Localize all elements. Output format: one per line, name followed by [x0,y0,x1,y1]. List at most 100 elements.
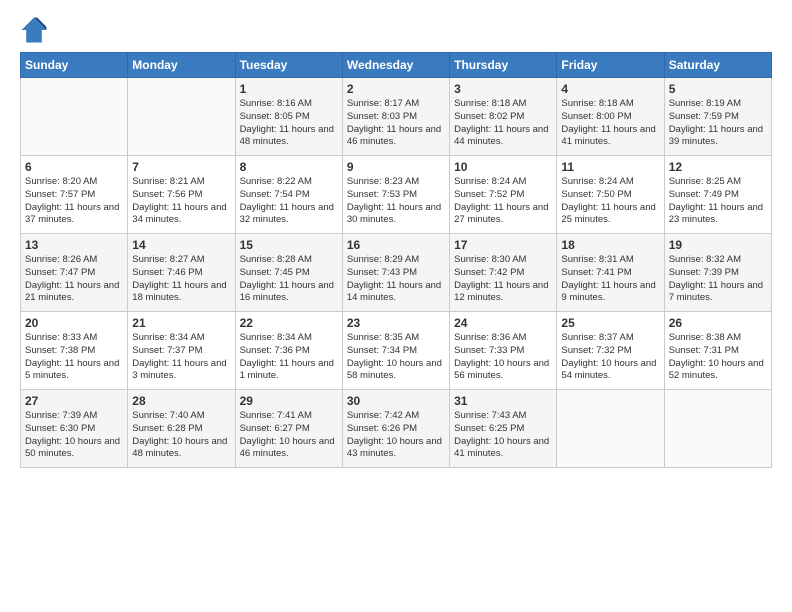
day-number: 29 [240,394,338,408]
calendar-cell: 15Sunrise: 8:28 AM Sunset: 7:45 PM Dayli… [235,234,342,312]
day-number: 12 [669,160,767,174]
cell-content: Sunrise: 8:17 AM Sunset: 8:03 PM Dayligh… [347,98,445,149]
day-number: 27 [25,394,123,408]
day-header: Monday [128,53,235,78]
cell-content: Sunrise: 8:23 AM Sunset: 7:53 PM Dayligh… [347,176,445,227]
calendar-body: 1 Sunrise: 8:16 AM Sunset: 8:05 PM Daylig… [21,78,772,468]
header [20,16,772,44]
calendar-cell [21,78,128,156]
calendar-week-row: 20Sunrise: 8:33 AM Sunset: 7:38 PM Dayli… [21,312,772,390]
cell-content: Sunrise: 8:27 AM Sunset: 7:46 PM Dayligh… [132,254,230,305]
day-number: 1 [240,82,338,96]
calendar-week-row: 1 Sunrise: 8:16 AM Sunset: 8:05 PM Daylig… [21,78,772,156]
calendar-cell: 16 Sunrise: 8:29 AM Sunset: 7:43 PM Dayli… [342,234,449,312]
day-number: 6 [25,160,123,174]
cell-content: Sunrise: 8:30 AM Sunset: 7:42 PM Dayligh… [454,254,552,305]
calendar-cell: 12 Sunrise: 8:25 AM Sunset: 7:49 PM Dayli… [664,156,771,234]
day-number: 13 [25,238,123,252]
cell-content: Sunrise: 8:28 AM Sunset: 7:45 PM Dayligh… [240,254,338,305]
calendar-cell: 13Sunrise: 8:26 AM Sunset: 7:47 PM Dayli… [21,234,128,312]
day-header: Saturday [664,53,771,78]
day-number: 9 [347,160,445,174]
cell-content: Sunrise: 7:39 AM Sunset: 6:30 PM Dayligh… [25,410,123,461]
calendar-cell: 5 Sunrise: 8:19 AM Sunset: 7:59 PM Daylig… [664,78,771,156]
day-number: 24 [454,316,552,330]
cell-content: Sunrise: 8:24 AM Sunset: 7:50 PM Dayligh… [561,176,659,227]
day-number: 7 [132,160,230,174]
cell-content: Sunrise: 8:22 AM Sunset: 7:54 PM Dayligh… [240,176,338,227]
calendar-cell: 11 Sunrise: 8:24 AM Sunset: 7:50 PM Dayli… [557,156,664,234]
cell-content: Sunrise: 8:31 AM Sunset: 7:41 PM Dayligh… [561,254,659,305]
logo-icon [20,16,48,44]
calendar-cell: 9 Sunrise: 8:23 AM Sunset: 7:53 PM Daylig… [342,156,449,234]
page: SundayMondayTuesdayWednesdayThursdayFrid… [0,0,792,484]
calendar-cell: 10 Sunrise: 8:24 AM Sunset: 7:52 PM Dayli… [450,156,557,234]
cell-content: Sunrise: 8:35 AM Sunset: 7:34 PM Dayligh… [347,332,445,383]
calendar-cell: 26 Sunrise: 8:38 AM Sunset: 7:31 PM Dayli… [664,312,771,390]
day-number: 31 [454,394,552,408]
calendar-cell: 21 Sunrise: 8:34 AM Sunset: 7:37 PM Dayli… [128,312,235,390]
cell-content: Sunrise: 8:34 AM Sunset: 7:36 PM Dayligh… [240,332,338,383]
day-number: 23 [347,316,445,330]
day-number: 5 [669,82,767,96]
calendar-cell: 29Sunrise: 7:41 AM Sunset: 6:27 PM Dayli… [235,390,342,468]
day-number: 8 [240,160,338,174]
cell-content: Sunrise: 8:29 AM Sunset: 7:43 PM Dayligh… [347,254,445,305]
day-number: 18 [561,238,659,252]
cell-content: Sunrise: 8:19 AM Sunset: 7:59 PM Dayligh… [669,98,767,149]
cell-content: Sunrise: 8:38 AM Sunset: 7:31 PM Dayligh… [669,332,767,383]
day-number: 26 [669,316,767,330]
calendar-week-row: 13Sunrise: 8:26 AM Sunset: 7:47 PM Dayli… [21,234,772,312]
day-number: 22 [240,316,338,330]
calendar-cell: 7Sunrise: 8:21 AM Sunset: 7:56 PM Daylig… [128,156,235,234]
day-header: Thursday [450,53,557,78]
day-header: Sunday [21,53,128,78]
cell-content: Sunrise: 7:42 AM Sunset: 6:26 PM Dayligh… [347,410,445,461]
calendar-table: SundayMondayTuesdayWednesdayThursdayFrid… [20,52,772,468]
calendar-cell: 18 Sunrise: 8:31 AM Sunset: 7:41 PM Dayli… [557,234,664,312]
cell-content: Sunrise: 8:32 AM Sunset: 7:39 PM Dayligh… [669,254,767,305]
day-number: 11 [561,160,659,174]
cell-content: Sunrise: 8:36 AM Sunset: 7:33 PM Dayligh… [454,332,552,383]
calendar-header-row: SundayMondayTuesdayWednesdayThursdayFrid… [21,53,772,78]
calendar-cell: 4Sunrise: 8:18 AM Sunset: 8:00 PM Daylig… [557,78,664,156]
calendar-cell: 19 Sunrise: 8:32 AM Sunset: 7:39 PM Dayli… [664,234,771,312]
cell-content: Sunrise: 8:24 AM Sunset: 7:52 PM Dayligh… [454,176,552,227]
day-number: 2 [347,82,445,96]
cell-content: Sunrise: 8:18 AM Sunset: 8:02 PM Dayligh… [454,98,552,149]
day-number: 25 [561,316,659,330]
calendar-cell: 3 Sunrise: 8:18 AM Sunset: 8:02 PM Daylig… [450,78,557,156]
calendar-cell: 30 Sunrise: 7:42 AM Sunset: 6:26 PM Dayli… [342,390,449,468]
calendar-cell: 14 Sunrise: 8:27 AM Sunset: 7:46 PM Dayli… [128,234,235,312]
calendar-cell: 24 Sunrise: 8:36 AM Sunset: 7:33 PM Dayli… [450,312,557,390]
day-number: 4 [561,82,659,96]
cell-content: Sunrise: 8:16 AM Sunset: 8:05 PM Dayligh… [240,98,338,149]
cell-content: Sunrise: 8:20 AM Sunset: 7:57 PM Dayligh… [25,176,123,227]
day-header: Tuesday [235,53,342,78]
calendar-week-row: 27 Sunrise: 7:39 AM Sunset: 6:30 PM Dayli… [21,390,772,468]
calendar-cell: 20Sunrise: 8:33 AM Sunset: 7:38 PM Dayli… [21,312,128,390]
day-number: 21 [132,316,230,330]
cell-content: Sunrise: 7:40 AM Sunset: 6:28 PM Dayligh… [132,410,230,461]
logo [20,16,50,44]
calendar-cell: 27 Sunrise: 7:39 AM Sunset: 6:30 PM Dayli… [21,390,128,468]
day-number: 28 [132,394,230,408]
day-number: 20 [25,316,123,330]
day-number: 30 [347,394,445,408]
day-number: 16 [347,238,445,252]
calendar-cell: 2 Sunrise: 8:17 AM Sunset: 8:03 PM Daylig… [342,78,449,156]
cell-content: Sunrise: 8:34 AM Sunset: 7:37 PM Dayligh… [132,332,230,383]
cell-content: Sunrise: 7:43 AM Sunset: 6:25 PM Dayligh… [454,410,552,461]
calendar-cell: 28 Sunrise: 7:40 AM Sunset: 6:28 PM Dayli… [128,390,235,468]
calendar-cell: 25Sunrise: 8:37 AM Sunset: 7:32 PM Dayli… [557,312,664,390]
day-number: 19 [669,238,767,252]
day-number: 3 [454,82,552,96]
calendar-week-row: 6 Sunrise: 8:20 AM Sunset: 7:57 PM Daylig… [21,156,772,234]
calendar-cell: 31 Sunrise: 7:43 AM Sunset: 6:25 PM Dayli… [450,390,557,468]
day-number: 10 [454,160,552,174]
cell-content: Sunrise: 8:25 AM Sunset: 7:49 PM Dayligh… [669,176,767,227]
calendar-cell [557,390,664,468]
calendar-cell [128,78,235,156]
calendar-cell [664,390,771,468]
day-number: 14 [132,238,230,252]
